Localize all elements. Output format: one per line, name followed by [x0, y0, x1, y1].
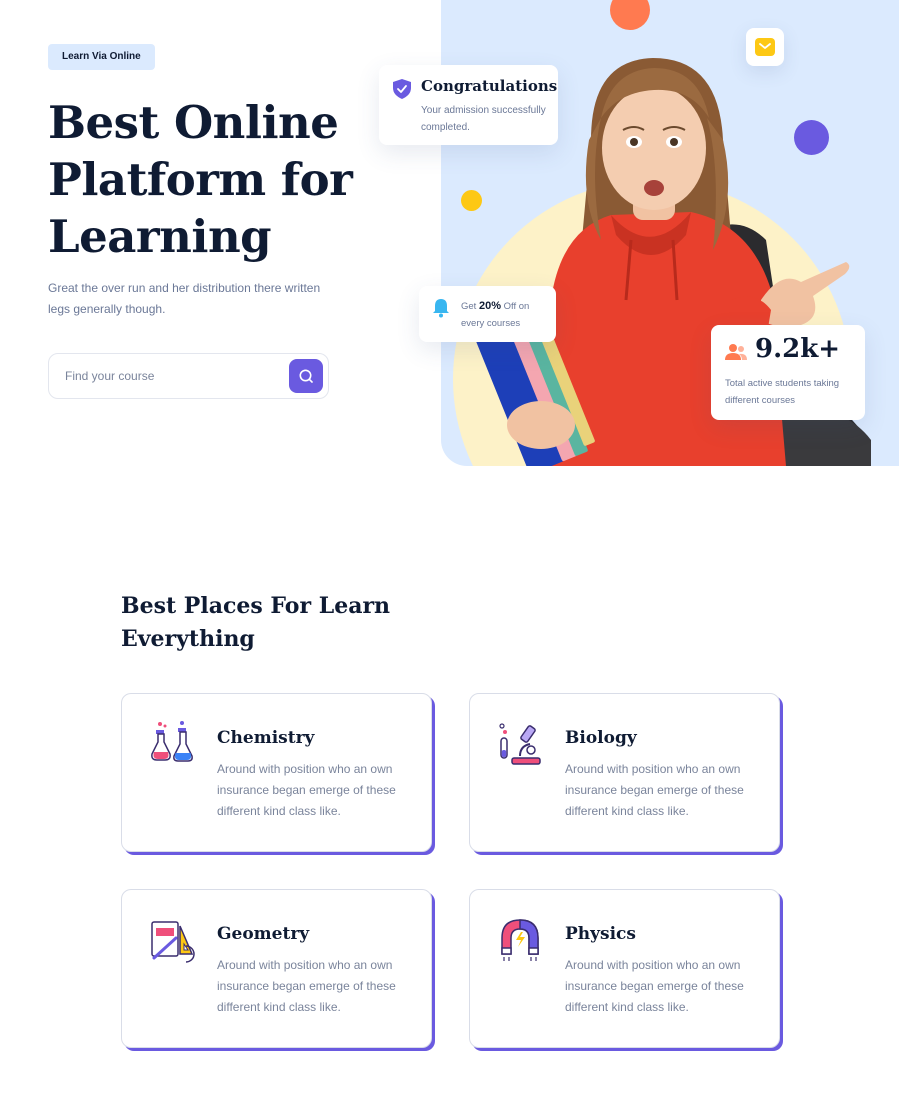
congratulations-title: Congratulations — [421, 77, 558, 95]
course-description: Around with position who an own insuranc… — [565, 762, 744, 818]
search-button[interactable] — [289, 359, 323, 393]
discount-text: Get 20% Off on every courses — [461, 298, 549, 332]
hero-badge: Learn Via Online — [48, 44, 155, 70]
mail-icon — [755, 38, 775, 56]
search-icon — [299, 369, 313, 383]
course-name: Physics — [565, 924, 636, 944]
course-card-chemistry[interactable]: Chemistry Around with position who an ow… — [121, 693, 432, 852]
search-input[interactable] — [65, 354, 285, 398]
microscope-icon — [499, 723, 541, 765]
decor-dot-yellow — [461, 190, 482, 211]
students-text: Total active students taking different c… — [725, 378, 840, 406]
bell-icon — [433, 299, 449, 318]
active-students-card: 9.2k+ Total active students taking diffe… — [711, 325, 865, 420]
hero-subtitle: Great the over run and her distribution … — [48, 281, 321, 316]
discount-card: Get 20% Off on every courses — [419, 286, 556, 342]
course-card-physics[interactable]: Physics Around with position who an own … — [469, 889, 780, 1048]
discount-value: 20% — [478, 300, 501, 312]
course-name: Biology — [565, 728, 637, 748]
mail-notification[interactable] — [746, 28, 784, 66]
course-description: Around with position who an own insuranc… — [217, 762, 396, 818]
decor-dot-purple — [794, 120, 829, 155]
magnet-icon — [501, 919, 539, 961]
congratulations-text: Your admission successfully completed. — [421, 105, 546, 133]
course-search — [48, 353, 329, 399]
shield-check-icon — [393, 79, 411, 99]
congratulations-card: Congratulations Your admission successfu… — [379, 65, 558, 145]
course-card-geometry[interactable]: Geometry Around with position who an own… — [121, 889, 432, 1048]
discount-prefix: Get — [461, 301, 477, 312]
course-name: Chemistry — [217, 728, 315, 748]
course-card-biology[interactable]: Biology Around with position who an own … — [469, 693, 780, 852]
course-description: Around with position who an own insuranc… — [565, 958, 744, 1014]
chemistry-flasks-icon — [151, 721, 193, 762]
users-icon — [725, 344, 747, 360]
geometry-ruler-icon — [151, 921, 195, 963]
hero-title: Best Online Platform for Learning — [48, 96, 353, 263]
course-description: Around with position who an own insuranc… — [217, 958, 396, 1014]
section-title: Best Places For Learn Everything — [121, 593, 391, 652]
course-name: Geometry — [217, 924, 310, 944]
students-count: 9.2k+ — [755, 334, 841, 364]
